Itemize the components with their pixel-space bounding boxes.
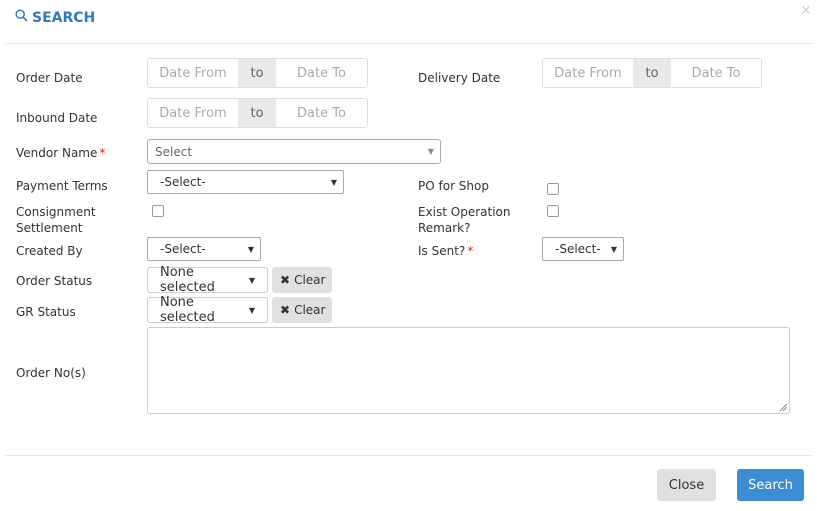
- header-divider: [5, 43, 812, 44]
- delivery-date-label: Delivery Date: [418, 71, 501, 85]
- vendor-name-label: Vendor Name *: [16, 145, 105, 161]
- consignment-settlement-label-line2: Settlement: [16, 221, 83, 235]
- po-for-shop-label: PO for Shop: [418, 179, 489, 193]
- close-button[interactable]: Close: [657, 469, 716, 501]
- gr-status-clear-button[interactable]: ✖ Clear: [272, 297, 332, 323]
- exist-operation-remark-label: Exist Operation Remark?: [418, 204, 511, 236]
- vendor-name-label-text: Vendor Name: [16, 146, 98, 160]
- delivery-date-from-input[interactable]: Date From: [543, 59, 633, 87]
- created-by-label: Created By: [16, 244, 83, 258]
- order-nos-label: Order No(s): [16, 366, 86, 380]
- order-date-from-input[interactable]: Date From: [148, 59, 238, 87]
- modal-title-text: SEARCH: [32, 9, 96, 26]
- order-date-to-input[interactable]: Date To: [276, 59, 367, 87]
- chevron-down-icon: ▼: [247, 244, 254, 254]
- delivery-date-to-input[interactable]: Date To: [671, 59, 761, 87]
- order-date-label: Order Date: [16, 71, 83, 85]
- order-date-to-addon: to: [238, 59, 276, 87]
- required-mark: *: [99, 146, 106, 160]
- is-sent-label: Is Sent? *: [418, 243, 473, 259]
- vendor-name-value: Select: [155, 144, 193, 159]
- footer-divider: [5, 455, 812, 456]
- order-date-range: Date From to Date To: [147, 58, 368, 88]
- delivery-date-range: Date From to Date To: [542, 58, 762, 88]
- gr-status-label: GR Status: [16, 305, 76, 319]
- delivery-date-to-addon: to: [633, 59, 671, 87]
- caret-down-icon: ▼: [248, 275, 255, 285]
- modal-title: SEARCH: [15, 9, 95, 26]
- created-by-select[interactable]: -Select- ▼: [147, 237, 261, 261]
- gr-status-multiselect[interactable]: None selected ▼: [147, 295, 268, 325]
- payment-terms-label: Payment Terms: [16, 179, 108, 193]
- close-icon[interactable]: ×: [799, 4, 813, 18]
- is-sent-label-text: Is Sent?: [418, 244, 466, 258]
- is-sent-select[interactable]: -Select- ▼: [542, 237, 624, 261]
- search-button[interactable]: Search: [737, 469, 804, 501]
- order-nos-textarea[interactable]: [147, 327, 790, 414]
- order-status-multiselect[interactable]: None selected ▼: [147, 265, 268, 295]
- vendor-name-select[interactable]: Select ▼: [147, 139, 441, 164]
- times-icon: ✖: [280, 273, 291, 287]
- inbound-date-range: Date From to Date To: [147, 98, 368, 128]
- exist-operation-remark-checkbox[interactable]: [547, 205, 559, 217]
- consignment-settlement-checkbox[interactable]: [152, 205, 164, 217]
- order-status-clear-label: Clear: [294, 273, 326, 287]
- po-for-shop-checkbox[interactable]: [547, 183, 559, 195]
- order-status-value: None selected: [160, 265, 215, 295]
- inbound-date-to-addon: to: [238, 99, 276, 127]
- chevron-down-icon: ▼: [610, 244, 617, 254]
- payment-terms-select[interactable]: -Select- ▼: [147, 170, 344, 194]
- exist-operation-remark-label-line1: Exist Operation: [418, 205, 511, 219]
- is-sent-value: -Select-: [555, 242, 601, 256]
- exist-operation-remark-label-line2: Remark?: [418, 221, 471, 235]
- inbound-date-from-input[interactable]: Date From: [148, 99, 238, 127]
- chevron-down-icon: ▼: [330, 177, 337, 187]
- consignment-settlement-label-line1: Consignment: [16, 205, 96, 219]
- resize-handle-icon[interactable]: [780, 404, 787, 411]
- times-icon: ✖: [280, 303, 291, 317]
- inbound-date-label: Inbound Date: [16, 111, 98, 125]
- consignment-settlement-label: Consignment Settlement: [16, 204, 96, 236]
- required-mark: *: [467, 244, 474, 258]
- gr-status-value: None selected: [160, 295, 215, 325]
- search-icon: [15, 9, 28, 26]
- created-by-value: -Select-: [160, 242, 206, 256]
- chevron-down-icon: ▼: [427, 147, 434, 156]
- gr-status-clear-label: Clear: [294, 303, 326, 317]
- order-status-label: Order Status: [16, 274, 93, 288]
- caret-down-icon: ▼: [248, 305, 255, 315]
- inbound-date-to-input[interactable]: Date To: [276, 99, 367, 127]
- order-status-clear-button[interactable]: ✖ Clear: [272, 267, 332, 293]
- payment-terms-value: -Select-: [160, 175, 206, 189]
